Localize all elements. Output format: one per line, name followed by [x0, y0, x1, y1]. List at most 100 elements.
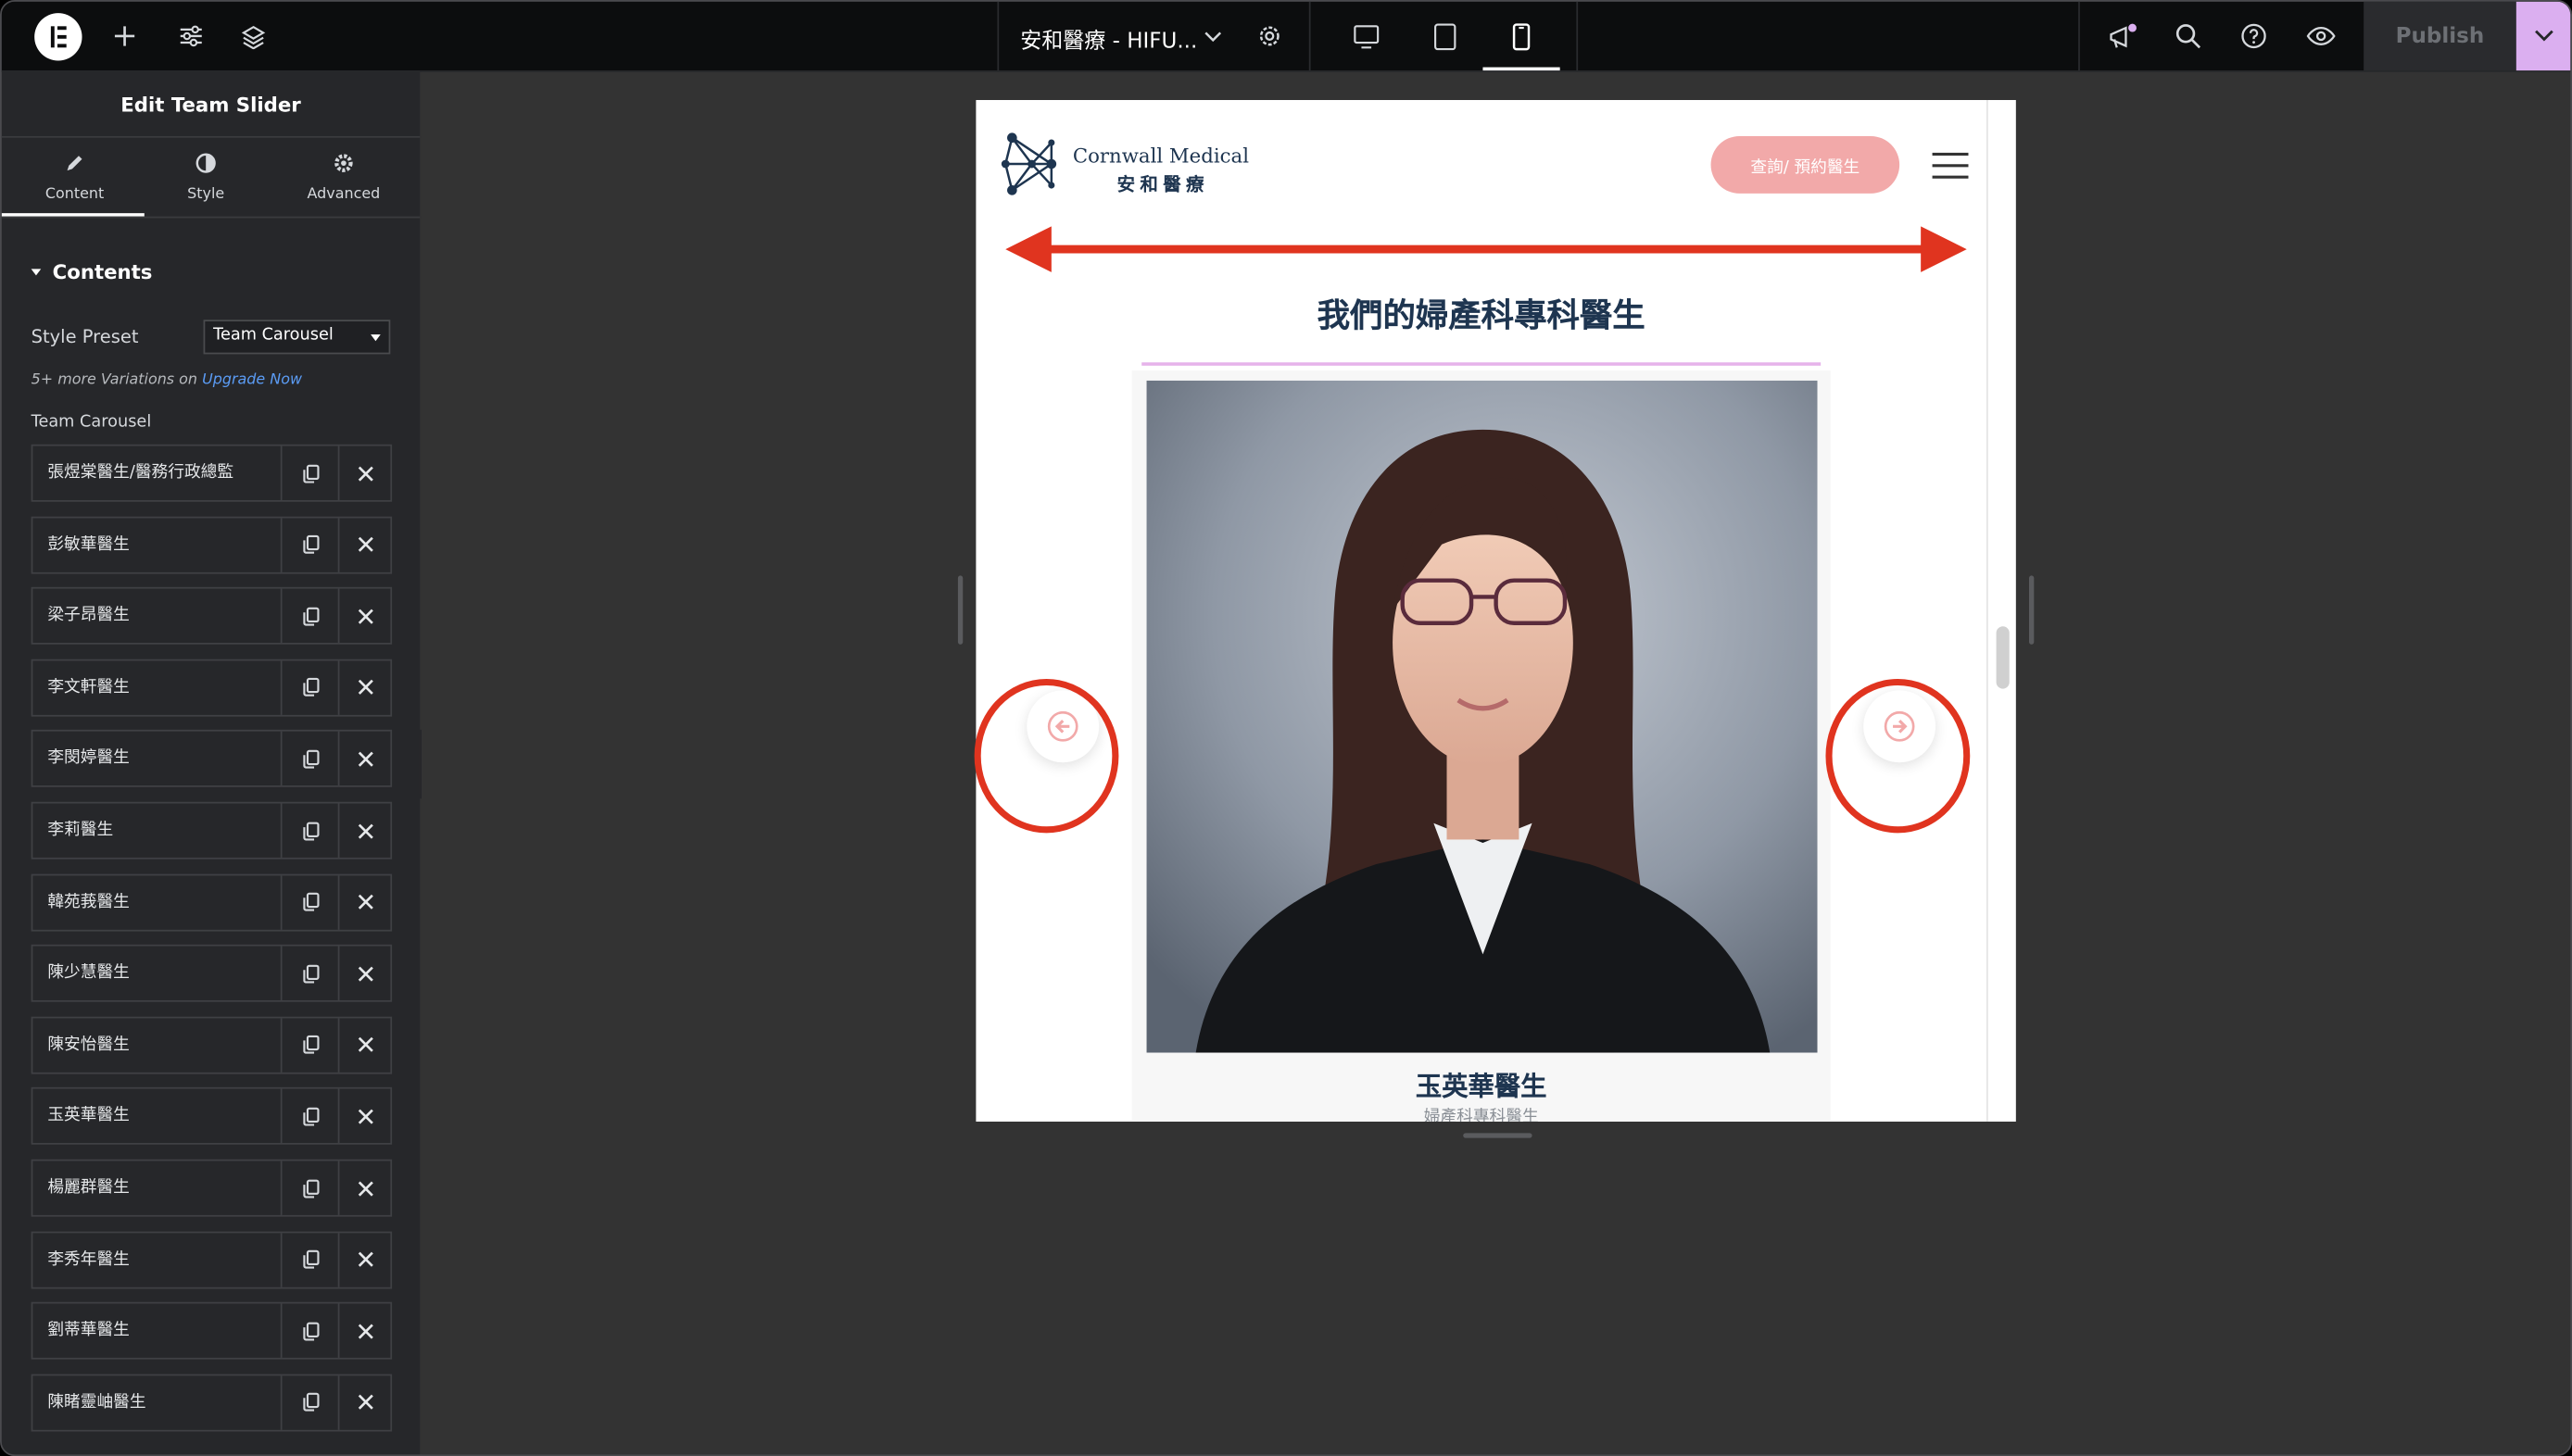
settings-sliders-icon[interactable] — [169, 2, 211, 70]
repeater-item[interactable]: 韓苑莪醫生 — [31, 872, 393, 931]
member-role: 婦產科專科醫生 — [1423, 1108, 1539, 1122]
tablet-icon[interactable] — [1422, 2, 1469, 70]
publish-button[interactable]: Publish — [2364, 1, 2516, 71]
repeater-item[interactable]: 李閔婷醫生 — [31, 730, 393, 788]
repeater-item[interactable]: 梁子昂醫生 — [31, 587, 393, 646]
repeater-item[interactable]: 劉蒂華醫生 — [31, 1302, 393, 1361]
repeater-item[interactable]: 張煜棠醫生/醫務行政總監 — [31, 444, 393, 502]
caret-down-icon — [371, 334, 381, 342]
repeater-item-title: 張煜棠醫生/醫務行政總監 — [47, 464, 234, 483]
close-icon[interactable] — [337, 1303, 392, 1359]
repeater-item[interactable]: 玉英華醫生 — [31, 1087, 393, 1146]
arrow-right-icon — [1884, 710, 1915, 742]
repeater-item-title: 李莉醫生 — [47, 821, 114, 840]
duplicate-icon[interactable] — [280, 1232, 338, 1287]
repeater-item-title: 劉蒂華醫生 — [47, 1322, 130, 1340]
more-variations-text: 5+ more Variations on — [31, 371, 203, 389]
layers-icon[interactable] — [232, 2, 274, 70]
close-icon[interactable] — [337, 1018, 392, 1073]
close-icon[interactable] — [337, 660, 392, 715]
close-icon[interactable] — [337, 588, 392, 644]
close-icon[interactable] — [337, 1375, 392, 1430]
close-icon[interactable] — [337, 517, 392, 572]
desktop-icon[interactable] — [1343, 2, 1390, 70]
arrow-left-icon — [1047, 710, 1078, 742]
style-preset-select[interactable]: Team Carousel — [203, 320, 391, 355]
book-doctor-button[interactable]: 查詢/ 預約醫生 — [1710, 135, 1900, 194]
repeater-item-title: 彭敏華醫生 — [47, 535, 130, 554]
add-icon[interactable] — [104, 2, 146, 70]
more-variations-note: 5+ more Variations on Upgrade Now — [32, 372, 302, 389]
repeater-item[interactable]: 陳安怡醫生 — [31, 1016, 393, 1074]
member-name: 玉英華醫生 — [1415, 1071, 1547, 1102]
duplicate-icon[interactable] — [280, 517, 338, 572]
repeater-item-title: 梁子昂醫生 — [47, 607, 130, 625]
duplicate-icon[interactable] — [280, 1161, 338, 1215]
duplicate-icon[interactable] — [280, 446, 338, 500]
repeater-item[interactable]: 陳少慧醫生 — [31, 945, 393, 1003]
editor-sidebar: Edit Team Slider Content Style Advanced … — [1, 71, 421, 1455]
eye-icon[interactable] — [2298, 2, 2344, 70]
resize-handle-bottom[interactable] — [1463, 1133, 1532, 1138]
gear-icon — [333, 152, 354, 178]
megaphone-icon[interactable] — [2101, 2, 2144, 70]
chevron-down-icon[interactable] — [1196, 2, 1229, 70]
repeater-item-title: 陳睹靈岫醫生 — [47, 1393, 146, 1412]
active-device-indicator — [1482, 67, 1560, 71]
gear-icon[interactable] — [1248, 2, 1291, 70]
publish-options-button[interactable] — [2515, 1, 2571, 71]
search-icon[interactable] — [2167, 2, 2210, 70]
close-icon[interactable] — [337, 874, 392, 930]
editor-window: 安和醫療 - HIFU... Publish Edit Team Slider … — [0, 0, 2572, 1456]
resize-handle-right[interactable] — [2028, 575, 2035, 645]
repeater-item[interactable]: 李莉醫生 — [31, 801, 393, 860]
duplicate-icon[interactable] — [280, 660, 338, 715]
mobile-icon[interactable] — [1497, 2, 1544, 70]
hamburger-menu-icon[interactable] — [1932, 152, 1969, 179]
close-icon[interactable] — [337, 1232, 392, 1287]
repeater-item[interactable]: 彭敏華醫生 — [31, 515, 393, 573]
help-icon[interactable] — [2233, 2, 2276, 70]
close-icon[interactable] — [337, 732, 392, 786]
resize-handle-left[interactable] — [957, 575, 964, 645]
elementor-logo-icon[interactable] — [34, 13, 82, 61]
carousel-prev-button[interactable] — [1027, 690, 1100, 763]
duplicate-icon[interactable] — [280, 1303, 338, 1359]
repeater-item[interactable]: 李秀年醫生 — [31, 1230, 393, 1288]
repeater-item[interactable]: 陳睹靈岫醫生 — [31, 1374, 393, 1432]
duplicate-icon[interactable] — [280, 588, 338, 644]
brand-logo-icon[interactable] — [999, 130, 1065, 198]
close-icon[interactable] — [337, 946, 392, 1001]
section-contents-toggle[interactable]: Contents — [53, 260, 153, 283]
duplicate-icon[interactable] — [280, 1018, 338, 1073]
close-icon[interactable] — [337, 446, 392, 500]
duplicate-icon[interactable] — [280, 803, 338, 858]
tab-advanced[interactable]: Advanced — [274, 138, 413, 217]
tab-style[interactable]: Style — [136, 138, 275, 217]
top-bar: 安和醫療 - HIFU... Publish — [1, 1, 2571, 72]
preview-scrollbar[interactable] — [1996, 626, 2010, 689]
document-title[interactable]: 安和醫療 - HIFU... — [1020, 23, 1197, 55]
repeater-item[interactable]: 李文軒醫生 — [31, 659, 393, 717]
mobile-preview[interactable]: Cornwall Medical 安和醫療 查詢/ 預約醫生 我們的婦產科專科醫… — [976, 99, 2016, 1122]
duplicate-icon[interactable] — [280, 1089, 338, 1144]
repeater-item[interactable]: 楊麗群醫生 — [31, 1159, 393, 1217]
tab-label: Content — [44, 185, 105, 203]
tab-label: Advanced — [307, 185, 381, 203]
close-icon[interactable] — [337, 803, 392, 858]
close-icon[interactable] — [337, 1089, 392, 1144]
duplicate-icon[interactable] — [280, 874, 338, 930]
upgrade-now-link[interactable]: Upgrade Now — [202, 372, 302, 389]
duplicate-icon[interactable] — [280, 1375, 338, 1430]
pencil-icon — [64, 152, 85, 178]
duplicate-icon[interactable] — [280, 946, 338, 1001]
style-preset-label: Style Preset — [31, 326, 139, 348]
duplicate-icon[interactable] — [280, 732, 338, 786]
section-title: 我們的婦產科專科醫生 — [1317, 295, 1645, 335]
repeater-label: Team Carousel — [31, 413, 152, 432]
style-preset-value: Team Carousel — [213, 326, 334, 345]
caret-down-icon[interactable] — [31, 269, 42, 276]
tab-content[interactable]: Content — [5, 138, 144, 217]
carousel-next-button[interactable] — [1863, 690, 1936, 763]
close-icon[interactable] — [337, 1161, 392, 1215]
